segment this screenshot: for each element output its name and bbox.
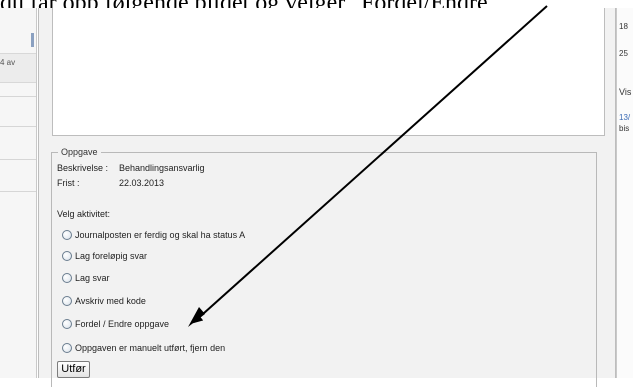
content-area — [52, 8, 605, 136]
radio-button[interactable] — [62, 343, 72, 353]
radio-button[interactable] — [62, 296, 72, 306]
task-legend: Oppgave — [61, 147, 98, 157]
right-panel-text: 25 — [619, 49, 628, 58]
option-label: Fordel / Endre oppgave — [75, 319, 170, 329]
description-value: Behandlingsansvarlig — [119, 163, 205, 173]
radio-button[interactable] — [62, 273, 72, 283]
right-panel-text: Vis — [619, 87, 632, 97]
pagination-label: 4 av — [0, 58, 16, 67]
description-label: Beskrivelse : — [57, 163, 109, 173]
right-panel-text: bis — [619, 124, 630, 133]
divider — [0, 126, 36, 127]
submit-button[interactable]: Utfør — [57, 361, 90, 378]
task-dialog: Oppgave Beskrivelse : Behandlingsansvarl… — [38, 8, 616, 387]
radio-button[interactable] — [62, 319, 72, 329]
option-assign-change-task[interactable]: Fordel / Endre oppgave — [62, 317, 169, 331]
background-right-panel: 18 25 Vis 13/ bis — [616, 8, 633, 378]
deadline-label: Frist : — [57, 178, 80, 188]
radio-button[interactable] — [62, 251, 72, 261]
option-finished-status-a[interactable]: Journalposten er ferdig og skal ha statu… — [62, 228, 245, 242]
option-write-off-code[interactable]: Avskriv med kode — [62, 294, 146, 308]
option-label: Lag svar — [75, 273, 110, 283]
right-panel-link[interactable]: 13/ — [619, 113, 630, 122]
option-manually-done-remove[interactable]: Oppgaven er manuelt utført, fjern den — [62, 341, 225, 355]
divider — [0, 159, 36, 160]
radio-button[interactable] — [62, 230, 72, 240]
option-label: Oppgaven er manuelt utført, fjern den — [75, 343, 226, 353]
activity-label: Velg aktivitet: — [57, 209, 111, 219]
option-preliminary-reply[interactable]: Lag foreløpig svar — [62, 249, 147, 263]
background-left-panel: 4 av — [0, 8, 37, 378]
option-label: Lag foreløpig svar — [75, 251, 148, 261]
right-panel-text: 18 — [619, 22, 628, 31]
divider — [0, 96, 36, 97]
option-label: Avskriv med kode — [75, 296, 146, 306]
panel-edge-marker — [31, 33, 34, 47]
deadline-value: 22.03.2013 — [119, 178, 165, 188]
option-label: Journalposten er ferdig og skal ha statu… — [75, 230, 246, 240]
divider — [0, 191, 36, 192]
option-reply[interactable]: Lag svar — [62, 271, 110, 285]
